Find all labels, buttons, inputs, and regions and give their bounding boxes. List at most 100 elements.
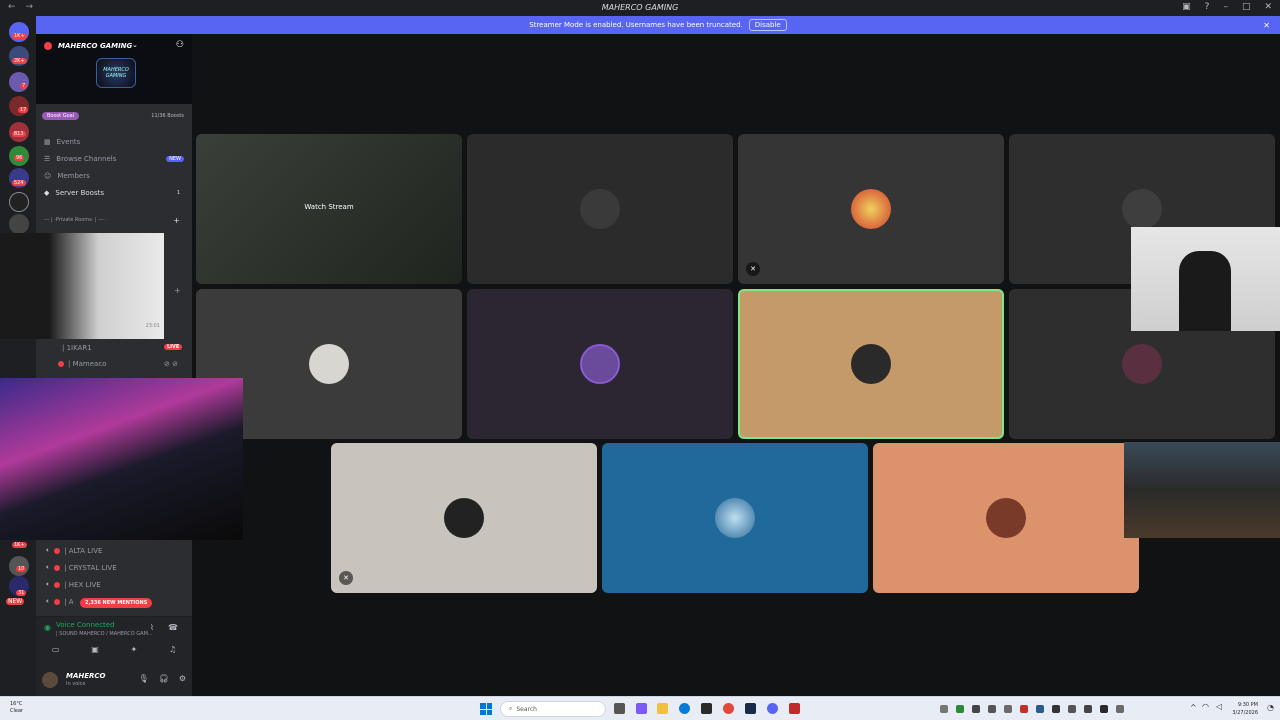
discord-home-icon[interactable] (9, 22, 29, 42)
channel-members[interactable]: ☺ Members (44, 172, 184, 180)
user-status: In voice (66, 681, 86, 687)
tray-icon[interactable] (972, 705, 980, 713)
avatar (54, 598, 61, 605)
participant-tile[interactable] (602, 443, 868, 593)
new-unreads-badge[interactable]: NEW (6, 598, 25, 605)
close-icon[interactable]: ✕ (1263, 21, 1270, 30)
stream-tile[interactable]: Watch Stream (196, 134, 462, 284)
help-icon[interactable]: ? (1205, 2, 1210, 12)
voice-user-name: | Mameaco (68, 360, 107, 368)
gear-icon[interactable]: ⚙ (179, 674, 186, 683)
invite-icon[interactable]: ⚇ (176, 40, 184, 50)
voice-status[interactable]: Voice Connected (56, 621, 115, 629)
headphones-icon[interactable]: 🎧︎ (159, 674, 169, 683)
add-channel-icon[interactable]: + (174, 286, 181, 295)
notification-badge: 524 (12, 180, 26, 186)
watch-stream-label[interactable]: Watch Stream (196, 203, 462, 211)
channel-events[interactable]: ▦ Events (44, 138, 184, 146)
start-button[interactable] (480, 703, 492, 715)
disable-streamer-mode-button[interactable]: Disable (748, 19, 787, 31)
volume-icon[interactable]: ◁ (1216, 702, 1222, 711)
new-mentions-pill[interactable]: 2,336 NEW MENTIONS (80, 598, 153, 608)
chrome-icon[interactable] (723, 703, 734, 714)
server-icon[interactable] (9, 192, 29, 212)
tray-icon[interactable] (956, 705, 964, 713)
discord-icon[interactable] (767, 703, 778, 714)
tray-icon[interactable] (940, 705, 948, 713)
chevron-up-icon[interactable]: ^ (1190, 703, 1197, 712)
server-icon[interactable] (9, 96, 29, 116)
disconnect-icon[interactable]: ☎ (168, 623, 178, 632)
voice-user[interactable]: | 1IKAR1 (62, 344, 92, 352)
voice-user[interactable]: 🔈︎ | A (46, 597, 74, 606)
channel-label: Browse Channels (56, 155, 117, 163)
add-channel-icon[interactable]: + (173, 216, 180, 225)
server-rail: 1K+ 2K+ 7 17 813 96 524 1K+ 10 31 NEW (0, 16, 36, 696)
terminal-icon[interactable] (701, 703, 712, 714)
avatar (444, 498, 484, 538)
maximize-icon[interactable]: □ (1242, 2, 1251, 12)
close-icon[interactable]: ✕ (1264, 2, 1272, 12)
tray-icon[interactable] (1068, 705, 1076, 713)
tray-icon[interactable] (1052, 705, 1060, 713)
voice-user[interactable]: 🔈︎ | CRYSTAL LIVE (46, 563, 117, 572)
channel-server-boosts[interactable]: ◆ Server Boosts 1 (44, 189, 184, 197)
server-icon[interactable] (9, 72, 29, 92)
participant-tile[interactable]: ✕ (738, 134, 1004, 284)
channel-browse[interactable]: ☰ Browse Channels NEW (44, 155, 184, 163)
members-icon: ☺ (44, 172, 52, 180)
participant-tile[interactable] (467, 134, 733, 284)
guild-name[interactable]: MAHERCO GAMING (58, 42, 132, 50)
calendar-icon: ▦ (44, 138, 51, 146)
noise-suppression-icon[interactable]: ⌇ (150, 623, 154, 632)
screen-share-icon[interactable]: ▣ (91, 645, 99, 654)
minimize-icon[interactable]: – (1223, 2, 1228, 12)
inbox-icon[interactable]: ▣ (1182, 2, 1191, 12)
copilot-icon[interactable] (636, 703, 647, 714)
tray-icon[interactable] (988, 705, 996, 713)
streamer-mode-banner: Streamer Mode is enabled. Usernames have… (36, 16, 1280, 34)
boost-goal-label[interactable]: Boost Goal (42, 112, 80, 120)
username[interactable]: MAHERCO (66, 672, 106, 680)
activities-icon[interactable]: ✦ (131, 645, 138, 654)
notification-badge: 17 (18, 107, 29, 113)
soundboard-icon[interactable]: ♫ (169, 645, 176, 654)
task-view-icon[interactable] (614, 703, 625, 714)
tray-icon[interactable] (1084, 705, 1092, 713)
file-explorer-icon[interactable] (657, 703, 668, 714)
voice-user[interactable]: 🔈︎ | HEX LIVE (46, 580, 101, 589)
category-private-rooms[interactable]: --- | ·Private Rooms· | --- · + (44, 216, 184, 225)
tray-icon[interactable] (1116, 705, 1124, 713)
participant-tile-speaking[interactable] (738, 289, 1004, 439)
chevron-down-icon[interactable]: ⌄ (132, 41, 138, 49)
notification-badge: 2K+ (12, 58, 27, 64)
steam-icon[interactable] (745, 703, 756, 714)
server-icon[interactable] (9, 214, 29, 234)
microphone-icon[interactable]: 🎙︎ (139, 674, 149, 683)
speaker-icon: 🔈︎ (46, 563, 51, 571)
signal-icon[interactable]: ◉ (44, 623, 51, 632)
avatar[interactable] (42, 672, 58, 688)
participant-tile[interactable] (467, 289, 733, 439)
participant-tile[interactable] (873, 443, 1139, 593)
obs-icon[interactable] (789, 703, 800, 714)
wifi-icon[interactable]: ◠ (1202, 702, 1209, 711)
voice-user[interactable]: | Mameaco (58, 360, 106, 368)
tray-icon[interactable] (1036, 705, 1044, 713)
weather-temp: 16°C (10, 701, 23, 707)
tray-icon[interactable] (1020, 705, 1028, 713)
muted-icon: ✕ (339, 571, 353, 585)
weather-widget[interactable]: 16°C Clear (10, 701, 23, 715)
voice-user-name: | 1IKAR1 (62, 344, 92, 352)
camera-icon[interactable]: ▭ (52, 645, 60, 654)
participant-tile[interactable]: ✕ (331, 443, 597, 593)
clock[interactable]: 9:30 PM 3/27/2026 (1232, 701, 1258, 717)
taskbar-search[interactable]: ⌕ Search (500, 701, 606, 717)
boost-count[interactable]: 11/36 Boosts (151, 113, 184, 119)
tray-icon[interactable] (1004, 705, 1012, 713)
voice-user[interactable]: 🔈︎ | ALTA LIVE (46, 546, 102, 555)
edge-icon[interactable] (679, 703, 690, 714)
avatar (986, 498, 1026, 538)
tray-icon[interactable] (1100, 705, 1108, 713)
notification-bell-icon[interactable]: ◔ (1267, 703, 1274, 712)
